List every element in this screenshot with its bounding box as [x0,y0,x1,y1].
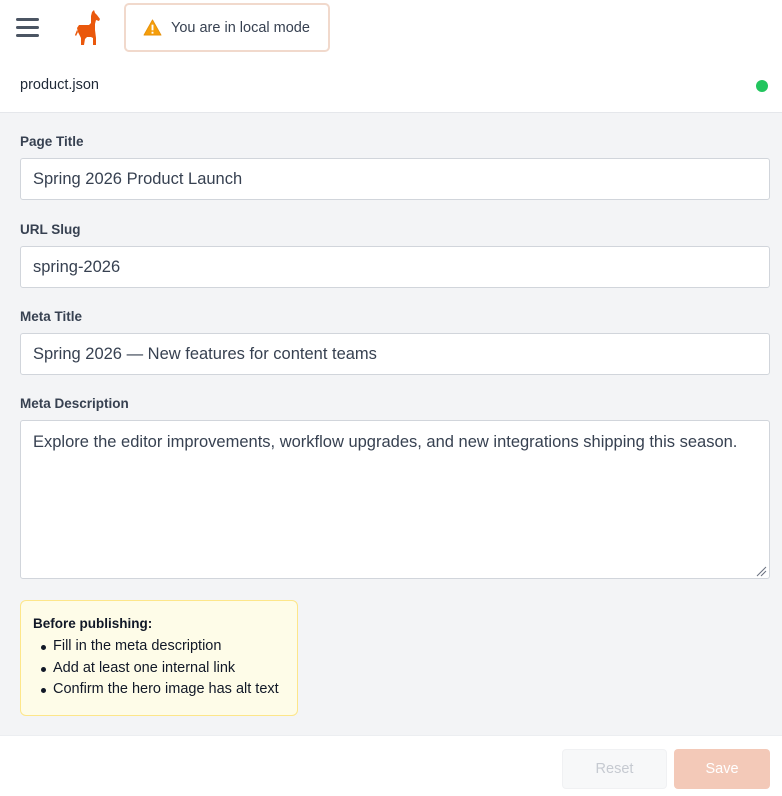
meta-title-input[interactable] [20,333,770,375]
page-title-input[interactable] [20,158,770,200]
top-bar: You are in local mode [0,0,782,56]
llama-logo-icon [75,10,100,45]
publishing-checklist: Before publishing: Fill in the meta desc… [20,600,298,716]
reset-button[interactable]: Reset [562,749,667,789]
meta-description-label: Meta Description [20,396,129,411]
file-bar: product.json [0,56,782,113]
checklist-list: Fill in the meta description Add at leas… [33,636,285,701]
local-mode-badge: You are in local mode [124,3,330,52]
local-mode-text: You are in local mode [171,19,310,36]
checklist-title: Before publishing: [33,616,153,631]
checklist-item: Fill in the meta description [33,636,285,658]
meta-description-textarea[interactable]: Explore the editor improvements, workflo… [20,420,770,579]
url-slug-label: URL Slug [20,222,81,237]
warning-triangle-icon [143,19,162,36]
meta-title-label: Meta Title [20,309,83,324]
checklist-item: Confirm the hero image has alt text [33,679,285,701]
hamburger-menu-icon[interactable] [16,18,40,38]
checklist-item: Add at least one internal link [33,658,285,680]
save-button[interactable]: Save [674,749,770,789]
url-slug-input[interactable] [20,246,770,288]
file-name: product.json [20,77,99,93]
action-footer: Reset Save [0,735,782,796]
resize-handle-icon[interactable] [755,565,767,577]
page-title-label: Page Title [20,134,84,149]
status-dot [756,80,768,92]
